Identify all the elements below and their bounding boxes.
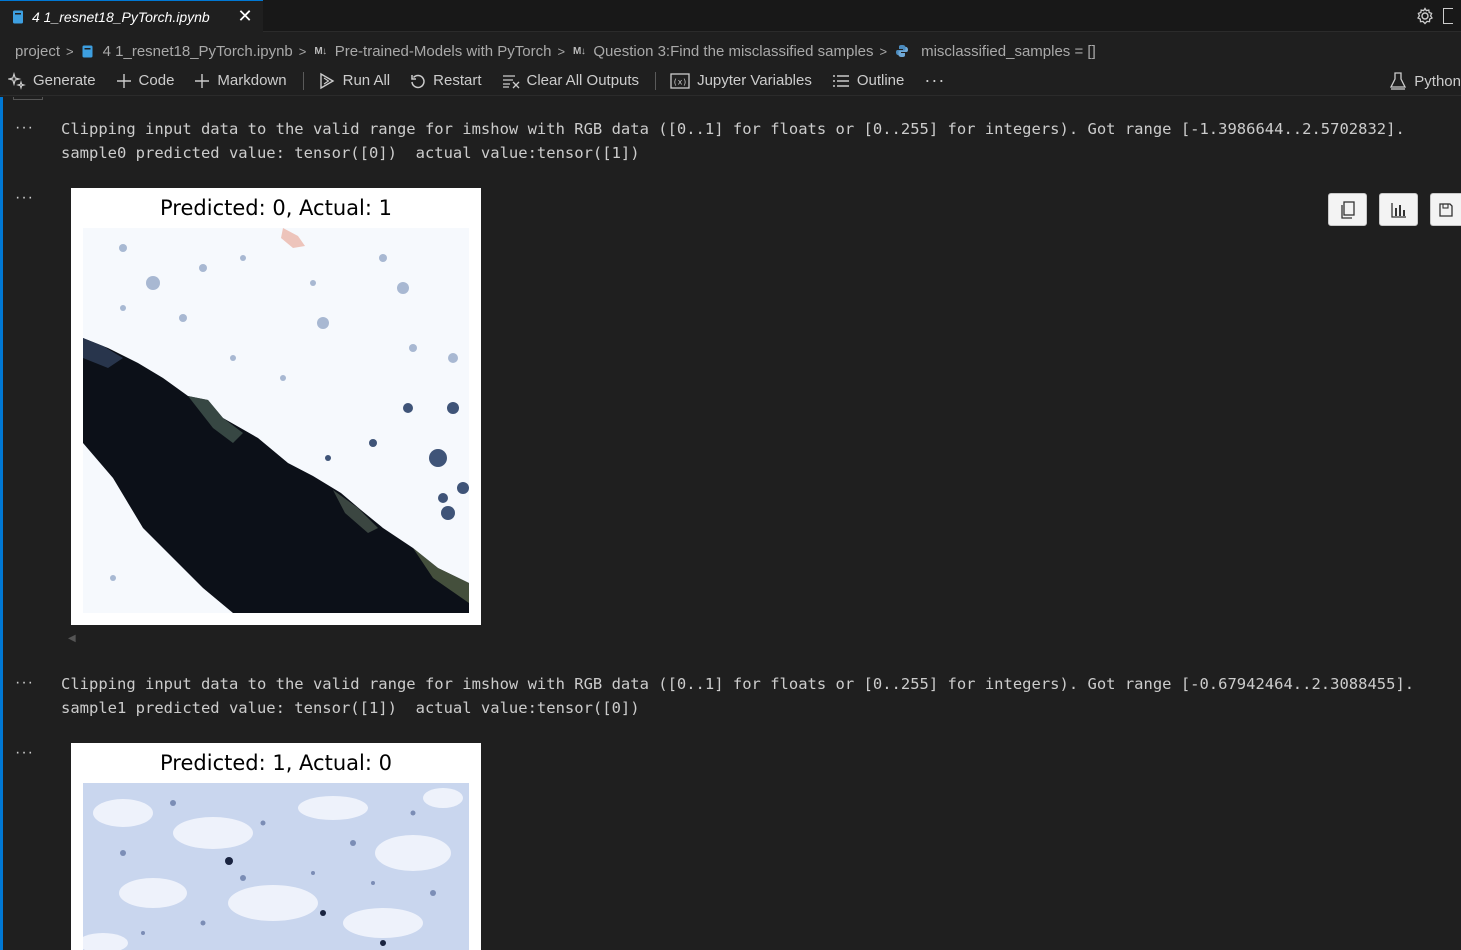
sample-image [83,228,469,613]
breadcrumb-section-pretrained[interactable]: M↓ Pre-trained-Models with PyTorch [314,43,551,60]
sample-image [83,783,469,950]
breadcrumb-notebook[interactable]: 4 1_resnet18_PyTorch.ipynb [82,43,293,60]
figure-title: Predicted: 1, Actual: 0 [160,751,392,775]
markdown-label: Markdown [217,72,287,89]
kernel-label: Python [1414,72,1461,90]
clear-all-icon [502,74,519,88]
chart-icon [1390,202,1406,218]
generate-label: Generate [33,72,96,89]
plot-output-image: Predicted: 1, Actual: 0 [71,743,481,950]
chevron-left-icon[interactable]: ◀ [68,633,76,644]
chevron-right-icon: > [557,43,566,59]
list-icon [832,74,849,87]
run-all-label: Run All [342,72,391,89]
restart-button[interactable]: Restart [410,72,482,89]
output-actions [1328,193,1461,226]
stderr-output: Clipping input data to the valid range f… [61,672,1414,720]
warning-text: Clipping input data to the valid range f… [61,120,1405,138]
svg-text:(x): (x) [673,77,687,86]
output-toggle[interactable]: ··· [15,675,34,691]
restart-icon [411,74,425,88]
output-toggle[interactable]: ··· [15,745,34,761]
open-plot-viewer-button[interactable] [1379,193,1418,226]
toolbar-divider [655,71,657,90]
notebook-file-icon [82,45,93,57]
add-code-button[interactable]: Code [116,72,175,89]
sparkle-icon [8,71,26,90]
cell-execution-marker [13,97,43,100]
save-output-button[interactable] [1430,193,1461,226]
breadcrumb-symbol-label: misclassified_samples = [] [921,42,1096,60]
close-icon[interactable]: ✕ [237,7,253,25]
restart-label: Restart [433,72,482,89]
breadcrumb-project[interactable]: project [15,43,60,60]
copy-output-button[interactable] [1328,193,1367,226]
stderr-output: Clipping input data to the valid range f… [61,117,1405,165]
notebook-tab[interactable]: 4 1_resnet18_PyTorch.ipynb ✕ [0,0,263,32]
run-all-button[interactable]: Run All [318,72,391,90]
chevron-right-icon: > [879,43,888,59]
plot-output-image: Predicted: 0, Actual: 1 [71,188,481,625]
breadcrumb-section-question3[interactable]: M↓ Question 3:Find the misclassified sam… [573,43,873,60]
breadcrumb-section-label: Pre-trained-Models with PyTorch [334,42,552,60]
output-toggle[interactable]: ··· [15,190,34,206]
plus-icon [116,73,131,88]
outline-button[interactable]: Outline [832,72,905,89]
gear-icon[interactable] [1415,6,1435,26]
generate-button[interactable]: Generate [8,71,96,90]
result-text: sample0 predicted value: tensor([0]) act… [61,144,640,162]
breadcrumb: project > 4 1_resnet18_PyTorch.ipynb > M… [0,38,1461,64]
toolbar-divider [302,71,304,90]
kernel-picker[interactable]: Python [1390,66,1461,96]
result-text: sample1 predicted value: tensor([1]) act… [61,699,640,717]
breadcrumb-section-label: Question 3:Find the misclassified sample… [593,42,874,60]
run-all-icon [319,72,334,89]
outline-label: Outline [856,72,905,89]
breadcrumb-notebook-label: 4 1_resnet18_PyTorch.ipynb [102,42,293,60]
more-actions-button[interactable]: ··· [924,70,945,91]
split-editor-icon[interactable] [1443,8,1453,24]
variables-icon: (x) [670,72,690,89]
notebook-file-icon [13,10,23,23]
jupyter-variables-button[interactable]: (x) Jupyter Variables [670,72,812,89]
tab-title: 4 1_resnet18_PyTorch.ipynb [32,8,210,25]
editor-tab-bar: 4 1_resnet18_PyTorch.ipynb ✕ [0,0,1461,32]
save-icon [1439,202,1453,217]
code-label: Code [138,72,175,89]
chevron-right-icon: > [298,43,307,59]
kernel-icon [1390,72,1407,90]
output-toggle[interactable]: ··· [15,120,34,136]
copy-icon [1340,200,1355,219]
chevron-right-icon: > [66,43,74,59]
clear-all-outputs-label: Clear All Outputs [526,72,640,89]
markdown-icon: M↓ [573,45,586,57]
plus-icon [195,73,210,88]
figure-title: Predicted: 0, Actual: 1 [160,196,392,220]
cell-focus-indicator [0,97,3,950]
tabbar-actions [1415,6,1453,26]
jupyter-variables-label: Jupyter Variables [697,72,812,89]
clear-all-outputs-button[interactable]: Clear All Outputs [502,72,640,89]
add-markdown-button[interactable]: Markdown [194,72,287,89]
markdown-icon: M↓ [314,45,327,57]
notebook-toolbar: Generate Code Markdown Run All Restart C… [0,66,1461,96]
warning-text: Clipping input data to the valid range f… [61,675,1415,693]
python-icon [896,45,909,57]
breadcrumb-symbol[interactable]: misclassified_samples = [] [895,43,1096,60]
